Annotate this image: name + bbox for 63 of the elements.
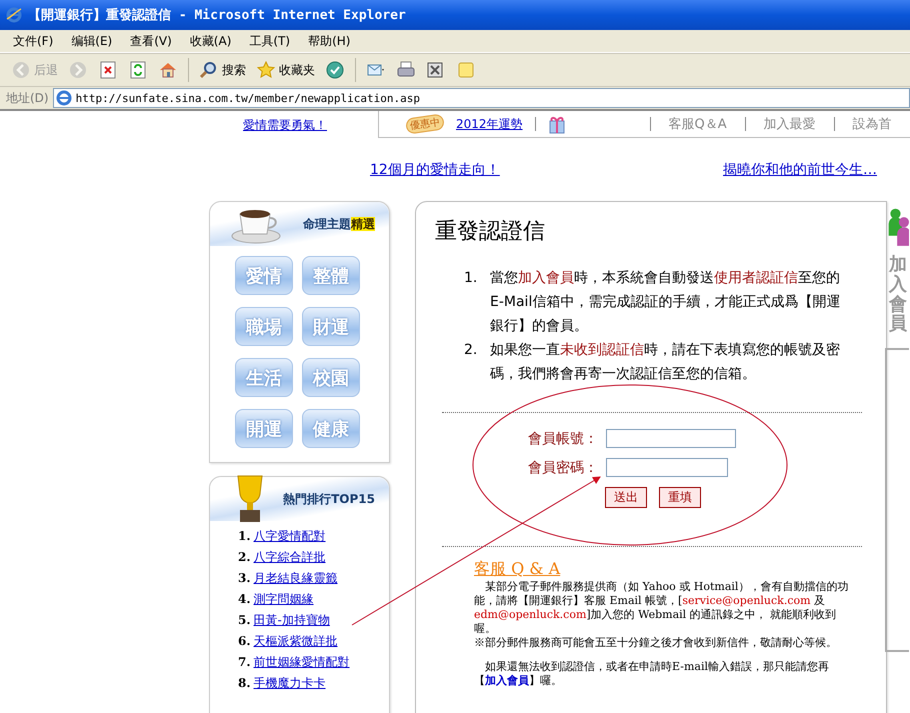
promo-link[interactable]: 12個月的愛情走向！ <box>370 161 500 189</box>
star-icon <box>256 60 276 80</box>
ranking-link[interactable]: 八字綜合詳批 <box>254 548 326 566</box>
media-icon <box>325 60 345 80</box>
ranking-link[interactable]: 手機魔力卡卡 <box>254 674 326 692</box>
ranking-link[interactable]: 天樞派紫微詳批 <box>254 632 338 650</box>
instruction-text: 如果您一直未收到認証信時，請在下表填寫您的帳號及密碼，我們將會再寄一次認証信至您的信箱。 <box>490 341 841 384</box>
step-number: 1. <box>464 269 478 288</box>
gift-icon[interactable] <box>548 114 566 134</box>
field-label: 會員帳號： <box>527 430 598 448</box>
qa-heading: 客服 Q & A <box>474 559 562 580</box>
instruction-text: 當您加入會員時，本系統會自動發送使用者認証信至您的E-Mail信箱中，需完成認証的手續，才能正式成爲【開運銀行】的會員。 <box>490 269 842 336</box>
header-link[interactable]: 設為首 <box>846 115 898 133</box>
window-title: 【開運銀行】重發認證信 - Microsoft Internet Explorer <box>28 6 406 24</box>
rank-number: 6. <box>238 634 251 648</box>
address-label: 地址(D) <box>6 90 49 106</box>
menu-item[interactable]: 文件(F) <box>6 32 60 50</box>
panel-title: 命理主題精選 <box>303 216 375 232</box>
ranking-link[interactable]: 測字問姻緣 <box>254 590 314 608</box>
menu-item[interactable]: 收藏(A) <box>182 32 238 50</box>
menu-item[interactable]: 工具(T) <box>242 32 298 50</box>
menu-item[interactable]: 查看(V) <box>123 32 179 50</box>
header-link[interactable]: 加入最愛 <box>758 115 822 133</box>
rank-number: 4. <box>238 592 251 606</box>
submit-button[interactable]: 送出 <box>605 487 647 508</box>
promo-link[interactable]: 揭曉你和他的前世今生… <box>723 161 877 189</box>
link[interactable]: 愛情需要勇氣！ <box>243 117 378 141</box>
rank-number: 5. <box>238 613 251 627</box>
join-link[interactable]: 加入會員 <box>485 674 529 687</box>
ranking-link[interactable]: 前世姻緣愛情配對 <box>254 654 350 670</box>
account-field[interactable] <box>606 429 736 448</box>
stop-icon <box>98 60 118 80</box>
rank-number: 2. <box>238 550 251 564</box>
rank-number: 7. <box>238 655 251 669</box>
promo-badge: 優惠中 <box>405 113 445 135</box>
password-field[interactable] <box>606 458 728 477</box>
search-button[interactable]: 搜索 <box>196 60 249 80</box>
rank-number: 8. <box>238 676 251 690</box>
reset-button[interactable]: 重填 <box>659 487 701 508</box>
ranking-link[interactable]: 八字愛情配對 <box>254 528 326 544</box>
step-number: 2. <box>464 341 478 360</box>
menu-item[interactable]: 编辑(E) <box>64 32 120 50</box>
panel-title: 熱門排行TOP15 <box>283 490 375 508</box>
search-icon <box>199 60 219 80</box>
page-icon <box>56 90 72 106</box>
ranking-link[interactable]: 月老結良緣靈籤 <box>254 570 338 586</box>
house-icon <box>158 60 178 80</box>
rank-number: 3. <box>238 571 251 585</box>
field-label: 會員密碼： <box>527 458 598 476</box>
browser-logo-icon[interactable] <box>6 7 22 23</box>
help-text: 如果還無法收到認證信，或者在申請時E-mail輸入錯誤，那只能請您再【加入會員】囉。 <box>474 660 830 688</box>
refresh-icon <box>128 60 148 80</box>
page-heading: 重發認證信 <box>435 218 546 246</box>
address-field[interactable]: http://sunfate.sina.com.tw/member/newapplication.asp <box>52 88 910 108</box>
header-link[interactable]: 客服Q＆A <box>662 115 733 133</box>
note-icon <box>456 60 476 80</box>
menu-item[interactable]: 帮助(H) <box>301 32 358 50</box>
help-text: 某部分電子郵件服務提供商（如 Yahoo 或 Hotmail），會有自動擋信的功能，請將【開運銀行】客服 Email 帳號，[service@openluck.com 及 edm@openluck.com]加入您的 Webmail 的通訊錄之中， 就能順利收到喔。 <box>474 580 850 636</box>
ranking-link[interactable]: 田黃-加持寶物 <box>254 612 330 628</box>
favorites-button[interactable]: 收藏夹 <box>253 60 318 80</box>
rank-number: 1. <box>238 529 251 543</box>
link[interactable]: 2012年運勢 <box>456 116 523 132</box>
help-text: ※部分郵件服務商可能會五至十分鐘之後才會收到新信件，敬請耐心等候。 <box>474 636 838 650</box>
